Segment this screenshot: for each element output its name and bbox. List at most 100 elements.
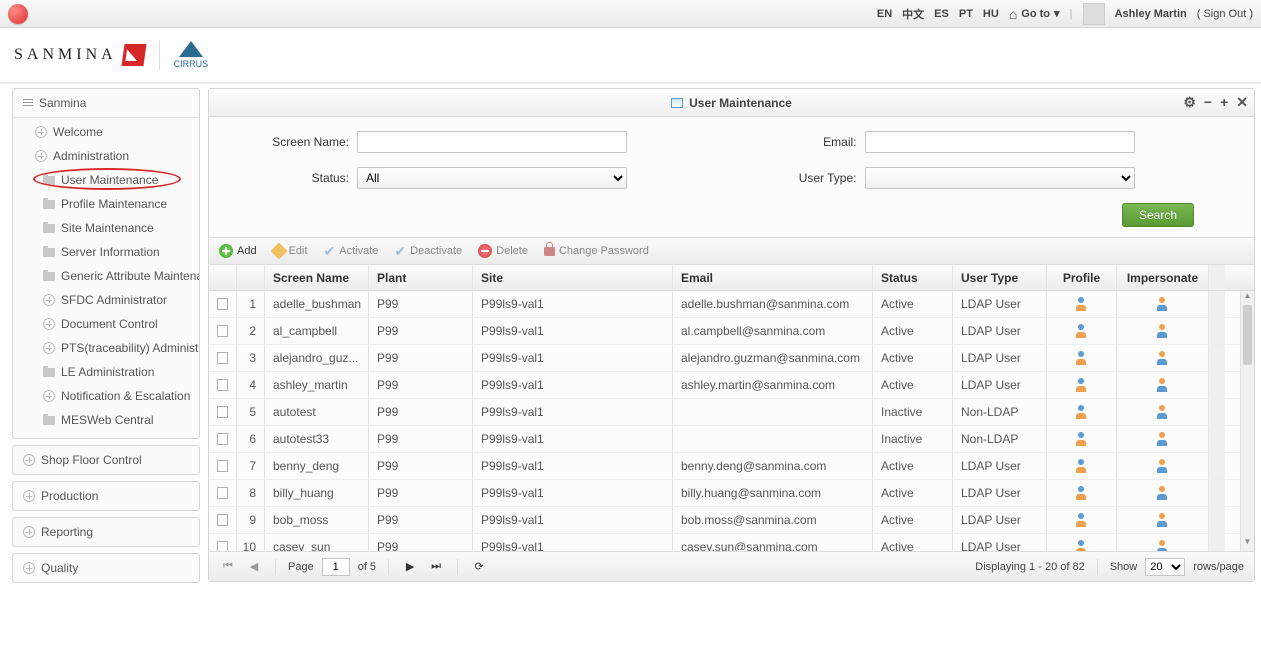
col-screen-name[interactable]: Screen Name	[265, 265, 369, 290]
profile-icon[interactable]	[1074, 540, 1090, 551]
row-checkbox[interactable]	[217, 487, 228, 499]
scroll-down-icon[interactable]: ▼	[1241, 537, 1254, 551]
row-checkbox[interactable]	[217, 298, 228, 310]
row-checkbox[interactable]	[217, 379, 228, 391]
profile-icon[interactable]	[1074, 486, 1090, 500]
tool-minimize-icon[interactable]: −	[1204, 94, 1212, 111]
activate-button[interactable]: ✔Activate	[324, 244, 379, 258]
avatar[interactable]	[1083, 3, 1105, 25]
impersonate-icon[interactable]	[1155, 297, 1171, 311]
pager-last-button[interactable]: ⏭	[427, 558, 445, 576]
edit-button[interactable]: Edit	[273, 245, 308, 257]
table-row[interactable]: 3alejandro_guz...P99P99ls9-val1alejandro…	[209, 345, 1254, 372]
pager-refresh-button[interactable]: ⟳	[470, 558, 488, 576]
email-input[interactable]	[865, 131, 1135, 153]
screen-name-input[interactable]	[357, 131, 627, 153]
profile-icon[interactable]	[1074, 405, 1090, 419]
sign-out-link[interactable]: ( Sign Out )	[1197, 8, 1253, 20]
sidebar-item-quality[interactable]: Quality	[13, 554, 199, 582]
row-checkbox[interactable]	[217, 433, 228, 445]
row-checkbox[interactable]	[217, 352, 228, 364]
profile-icon[interactable]	[1074, 351, 1090, 365]
pager-next-button[interactable]: ▶	[401, 558, 419, 576]
pager-page-input[interactable]	[322, 558, 350, 576]
profile-icon[interactable]	[1074, 378, 1090, 392]
sidebar-root[interactable]: Sanmina	[13, 89, 199, 118]
goto-menu[interactable]: ⌂ Go to ▾	[1009, 6, 1060, 22]
app-launcher-icon[interactable]	[8, 4, 28, 24]
lang-en[interactable]: EN	[877, 8, 892, 20]
table-row[interactable]: 6autotest33P99P99ls9-val1InactiveNon-LDA…	[209, 426, 1254, 453]
impersonate-icon[interactable]	[1155, 486, 1171, 500]
sidebar-item-reporting[interactable]: Reporting	[13, 518, 199, 546]
sidebar-item-administration[interactable]: Administration	[13, 144, 199, 168]
user-name[interactable]: Ashley Martin	[1115, 8, 1187, 20]
row-checkbox[interactable]	[217, 541, 228, 551]
table-row[interactable]: 7benny_dengP99P99ls9-val1benny.deng@sanm…	[209, 453, 1254, 480]
profile-icon[interactable]	[1074, 297, 1090, 311]
sidebar-item-le-administration[interactable]: LE Administration	[13, 360, 199, 384]
table-row[interactable]: 8billy_huangP99P99ls9-val1billy.huang@sa…	[209, 480, 1254, 507]
sidebar-item-generic-attribute-maintena[interactable]: Generic Attribute Maintena	[13, 264, 199, 288]
row-checkbox[interactable]	[217, 460, 228, 472]
status-select[interactable]: All	[357, 167, 627, 189]
search-button[interactable]: Search	[1122, 203, 1194, 227]
table-row[interactable]: 10casey_sunP99P99ls9-val1casey.sun@sanmi…	[209, 534, 1254, 551]
profile-icon[interactable]	[1074, 432, 1090, 446]
sidebar-item-profile-maintenance[interactable]: Profile Maintenance	[13, 192, 199, 216]
lang-pt[interactable]: PT	[959, 8, 973, 20]
lang-es[interactable]: ES	[934, 8, 949, 20]
sidebar-item-server-information[interactable]: Server Information	[13, 240, 199, 264]
sidebar-item-sfdc-administrator[interactable]: SFDC Administrator	[13, 288, 199, 312]
grid-scrollbar[interactable]: ▲ ▼	[1240, 291, 1254, 551]
impersonate-icon[interactable]	[1155, 324, 1171, 338]
row-checkbox[interactable]	[217, 514, 228, 526]
impersonate-icon[interactable]	[1155, 351, 1171, 365]
user-type-select[interactable]	[865, 167, 1135, 189]
col-site[interactable]: Site	[473, 265, 673, 290]
col-status[interactable]: Status	[873, 265, 953, 290]
impersonate-icon[interactable]	[1155, 405, 1171, 419]
impersonate-icon[interactable]	[1155, 459, 1171, 473]
tool-maximize-icon[interactable]: +	[1220, 94, 1228, 111]
sidebar-item-pts-traceability-administra[interactable]: PTS(traceability) Administra	[13, 336, 199, 360]
pager-first-button[interactable]: ⏮	[219, 558, 237, 576]
add-button[interactable]: Add	[219, 244, 257, 258]
table-row[interactable]: 1adelle_bushmanP99P99ls9-val1adelle.bush…	[209, 291, 1254, 318]
sidebar-item-shop-floor-control[interactable]: Shop Floor Control	[13, 446, 199, 474]
sidebar-item-mesweb-central[interactable]: MESWeb Central	[13, 408, 199, 432]
scroll-thumb[interactable]	[1243, 305, 1252, 365]
sidebar-item-document-control[interactable]: Document Control	[13, 312, 199, 336]
col-user-type[interactable]: User Type	[953, 265, 1047, 290]
col-plant[interactable]: Plant	[369, 265, 473, 290]
impersonate-icon[interactable]	[1155, 513, 1171, 527]
lang-hu[interactable]: HU	[983, 8, 999, 20]
impersonate-icon[interactable]	[1155, 432, 1171, 446]
profile-icon[interactable]	[1074, 459, 1090, 473]
profile-icon[interactable]	[1074, 324, 1090, 338]
table-row[interactable]: 9bob_mossP99P99ls9-val1bob.moss@sanmina.…	[209, 507, 1254, 534]
scroll-up-icon[interactable]: ▲	[1241, 291, 1254, 305]
tool-close-icon[interactable]: ✕	[1236, 94, 1248, 111]
table-row[interactable]: 5autotestP99P99ls9-val1InactiveNon-LDAP	[209, 399, 1254, 426]
col-email[interactable]: Email	[673, 265, 873, 290]
lang-zh[interactable]: 中文	[902, 6, 924, 22]
pager-prev-button[interactable]: ◀	[245, 558, 263, 576]
change-password-button[interactable]: Change Password	[544, 245, 649, 257]
table-row[interactable]: 4ashley_martinP99P99ls9-val1ashley.marti…	[209, 372, 1254, 399]
impersonate-icon[interactable]	[1155, 378, 1171, 392]
pager-show-select[interactable]: 20	[1145, 558, 1185, 576]
impersonate-icon[interactable]	[1155, 540, 1171, 551]
sidebar-item-notification-escalation[interactable]: Notification & Escalation	[13, 384, 199, 408]
sidebar-item-welcome[interactable]: Welcome	[13, 120, 199, 144]
deactivate-button[interactable]: ✔Deactivate	[394, 244, 462, 258]
row-checkbox[interactable]	[217, 325, 228, 337]
sidebar-item-production[interactable]: Production	[13, 482, 199, 510]
col-profile[interactable]: Profile	[1047, 265, 1117, 290]
sidebar-item-user-maintenance[interactable]: User Maintenance	[13, 168, 199, 192]
sidebar-item-site-maintenance[interactable]: Site Maintenance	[13, 216, 199, 240]
tool-gear-icon[interactable]: ⚙	[1183, 94, 1196, 111]
row-checkbox[interactable]	[217, 406, 228, 418]
delete-button[interactable]: Delete	[478, 244, 528, 258]
profile-icon[interactable]	[1074, 513, 1090, 527]
